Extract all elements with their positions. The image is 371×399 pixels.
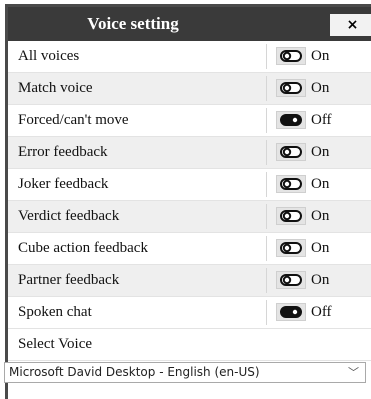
toggle-on-icon[interactable] xyxy=(276,271,306,289)
setting-label: Partner feedback xyxy=(18,272,120,288)
toggle-cell: Off xyxy=(266,300,371,325)
toggle-cell: On xyxy=(266,76,371,101)
toggle-cell: On xyxy=(266,140,371,165)
toggle-cell: On xyxy=(266,172,371,197)
dialog-title: Voice setting xyxy=(87,14,179,33)
setting-row: All voices On xyxy=(8,41,371,73)
setting-row: Error feedback On xyxy=(8,137,371,169)
voice-select[interactable]: Microsoft David Desktop - English (en-US… xyxy=(4,362,366,383)
setting-label: Match voice xyxy=(18,80,93,96)
select-voice-row: Select Voice xyxy=(8,329,371,361)
title-bar: Voice setting × xyxy=(8,7,371,41)
toggle-on-icon[interactable] xyxy=(276,239,306,257)
voice-select-value: Microsoft David Desktop - English (en-US… xyxy=(9,365,260,379)
close-button[interactable]: × xyxy=(330,14,371,36)
setting-label: Verdict feedback xyxy=(18,208,120,224)
toggle-on-icon[interactable] xyxy=(276,143,306,161)
setting-state: Off xyxy=(311,304,332,320)
setting-row: Forced/can't move Off xyxy=(8,105,371,137)
toggle-off-icon[interactable] xyxy=(276,111,306,129)
toggle-cell: On xyxy=(266,44,371,69)
setting-state: On xyxy=(311,144,330,160)
setting-label: Error feedback xyxy=(18,144,108,160)
setting-label: Cube action feedback xyxy=(18,240,148,256)
setting-state: On xyxy=(311,240,330,256)
toggle-cell: On xyxy=(266,268,371,293)
settings-list: All voices On Match voice On Forced/can't mo… xyxy=(8,41,371,329)
setting-state: Off xyxy=(311,112,332,128)
setting-row: Joker feedback On xyxy=(8,169,371,201)
setting-state: On xyxy=(311,80,330,96)
setting-row: Cube action feedback On xyxy=(8,233,371,265)
setting-label: Joker feedback xyxy=(18,176,109,192)
select-voice-label: Select Voice xyxy=(18,336,93,352)
toggle-off-icon[interactable] xyxy=(276,303,306,321)
toggle-on-icon[interactable] xyxy=(276,47,306,65)
voice-setting-dialog: Voice setting × All voices On Match voice O… xyxy=(5,4,371,399)
setting-state: On xyxy=(311,176,330,192)
chevron-down-icon: ﹀ xyxy=(348,366,359,379)
setting-row: Spoken chat Off xyxy=(8,297,371,329)
toggle-on-icon[interactable] xyxy=(276,79,306,97)
setting-state: On xyxy=(311,48,330,64)
setting-state: On xyxy=(311,272,330,288)
setting-label: All voices xyxy=(18,48,80,64)
setting-label: Forced/can't move xyxy=(18,112,129,128)
setting-row: Partner feedback On xyxy=(8,265,371,297)
toggle-cell: Off xyxy=(266,108,371,133)
setting-state: On xyxy=(311,208,330,224)
toggle-cell: On xyxy=(266,236,371,261)
toggle-on-icon[interactable] xyxy=(276,207,306,225)
setting-label: Spoken chat xyxy=(18,304,92,320)
setting-row: Verdict feedback On xyxy=(8,201,371,233)
toggle-on-icon[interactable] xyxy=(276,175,306,193)
setting-row: Match voice On xyxy=(8,73,371,105)
toggle-cell: On xyxy=(266,204,371,229)
